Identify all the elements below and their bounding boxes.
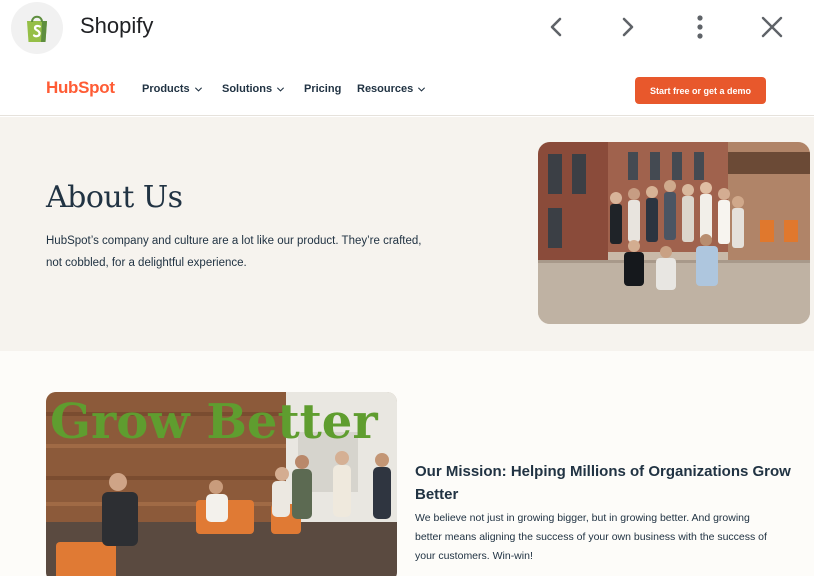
more-vertical-icon (697, 15, 703, 39)
app-title: Shopify (80, 13, 154, 38)
nav-resources[interactable]: Resources (357, 83, 426, 95)
nav-products[interactable]: Products (142, 83, 203, 95)
more-button[interactable] (683, 12, 717, 42)
nav-products-label: Products (142, 83, 190, 95)
about-description: HubSpot’s company and culture are a lot … (46, 235, 422, 269)
nav-solutions[interactable]: Solutions (222, 83, 285, 95)
chevron-down-icon (418, 86, 426, 92)
close-icon (761, 16, 783, 38)
office-photo: Grow Better (46, 392, 397, 576)
mission-title: Our Mission: Helping Millions of Organiz… (415, 463, 791, 503)
chevron-right-icon (622, 17, 634, 37)
hubspot-logo[interactable]: HubSpot (46, 78, 115, 98)
close-button[interactable] (755, 12, 789, 42)
about-section: About Us HubSpot’s company and culture a… (0, 117, 814, 351)
forward-button[interactable] (611, 12, 645, 42)
nav-solutions-label: Solutions (222, 83, 273, 95)
back-button[interactable] (539, 12, 573, 42)
start-free-demo-button[interactable]: Start free or get a demo (635, 77, 766, 104)
team-photo-illustration (538, 142, 810, 324)
chevron-left-icon (550, 17, 562, 37)
grow-better-sign: Grow Better (50, 394, 378, 450)
mission-section: Grow Better Our Mission: Helping Million… (0, 351, 814, 576)
app-bar: Shopify (0, 0, 814, 58)
shopify-bag-icon (27, 15, 47, 42)
office-photo-illustration: Grow Better (46, 392, 397, 576)
nav-pricing[interactable]: Pricing (304, 83, 341, 95)
team-photo (538, 142, 810, 324)
site-header: HubSpot Products Solutions Pricing Resou… (0, 58, 814, 116)
chevron-down-icon (194, 86, 202, 92)
page-title: About Us (46, 180, 183, 215)
nav-pricing-label: Pricing (304, 83, 342, 95)
chevron-down-icon (277, 86, 285, 92)
app-logo (11, 2, 63, 54)
nav-resources-label: Resources (357, 83, 414, 95)
mission-description: We believe not just in growing bigger, b… (415, 512, 767, 562)
